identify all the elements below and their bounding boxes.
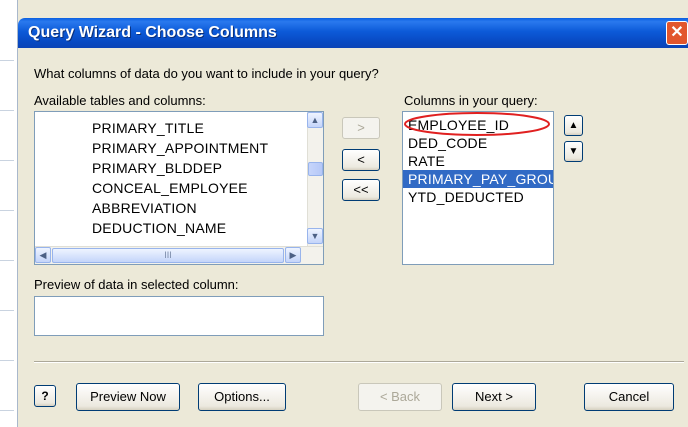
move-down-button[interactable]: ▼ bbox=[564, 141, 583, 162]
list-item[interactable]: ABBREVIATION bbox=[92, 198, 268, 218]
scroll-right-icon[interactable]: ▶ bbox=[285, 247, 301, 263]
background-window-strip bbox=[0, 0, 18, 427]
title-bar: Query Wizard - Choose Columns ✕ bbox=[18, 18, 688, 48]
preview-now-button[interactable]: Preview Now bbox=[76, 383, 180, 411]
help-icon: ? bbox=[41, 389, 49, 403]
dialog-body: What columns of data do you want to incl… bbox=[18, 48, 688, 427]
move-up-button[interactable]: ▲ bbox=[564, 115, 583, 136]
horizontal-scrollbar[interactable]: ◀ III ▶ bbox=[35, 246, 323, 264]
query-columns-label: Columns in your query: bbox=[404, 93, 538, 108]
list-item[interactable]: PRIMARY_BLDDEP bbox=[92, 158, 268, 178]
options-button[interactable]: Options... bbox=[198, 383, 286, 411]
cancel-button[interactable]: Cancel bbox=[584, 383, 674, 411]
preview-data-box[interactable] bbox=[34, 296, 324, 336]
footer-divider bbox=[34, 361, 684, 363]
back-button[interactable]: < Back bbox=[358, 383, 442, 411]
remove-column-button[interactable]: < bbox=[342, 149, 380, 171]
remove-all-columns-button[interactable]: << bbox=[342, 179, 380, 201]
list-item-selected[interactable]: PRIMARY_PAY_GROUP bbox=[403, 170, 553, 188]
available-columns-label: Available tables and columns: bbox=[34, 93, 206, 108]
list-item[interactable]: PRIMARY_TITLE bbox=[92, 118, 268, 138]
help-button[interactable]: ? bbox=[34, 385, 56, 407]
scroll-down-icon[interactable]: ▼ bbox=[307, 228, 323, 244]
add-column-button[interactable]: > bbox=[342, 117, 380, 139]
scroll-thumb-horizontal[interactable]: III bbox=[52, 248, 284, 263]
preview-label: Preview of data in selected column: bbox=[34, 277, 239, 292]
close-button[interactable]: ✕ bbox=[666, 21, 688, 45]
list-item[interactable]: RATE bbox=[403, 152, 553, 170]
close-icon: ✕ bbox=[670, 24, 684, 41]
list-item[interactable]: CONCEAL_EMPLOYEE bbox=[92, 178, 268, 198]
list-item[interactable]: YTD_DEDUCTED bbox=[403, 188, 553, 206]
scroll-up-icon[interactable]: ▲ bbox=[307, 112, 323, 128]
prompt-text: What columns of data do you want to incl… bbox=[34, 66, 379, 81]
next-button[interactable]: Next > bbox=[452, 383, 536, 411]
vertical-scrollbar[interactable]: ▲ ▼ bbox=[307, 112, 323, 246]
available-columns-list[interactable]: PRIMARY_TITLE PRIMARY_APPOINTMENT PRIMAR… bbox=[34, 111, 324, 265]
list-item[interactable]: PRIMARY_APPOINTMENT bbox=[92, 138, 268, 158]
annotation-circle bbox=[404, 112, 550, 136]
query-columns-list[interactable]: EMPLOYEE_ID DED_CODE RATE PRIMARY_PAY_GR… bbox=[402, 111, 554, 265]
scroll-thumb[interactable] bbox=[308, 162, 323, 176]
scroll-left-icon[interactable]: ◀ bbox=[35, 247, 51, 263]
window-title: Query Wizard - Choose Columns bbox=[28, 24, 277, 41]
list-item[interactable]: DEDUCTION_NAME bbox=[92, 218, 268, 238]
